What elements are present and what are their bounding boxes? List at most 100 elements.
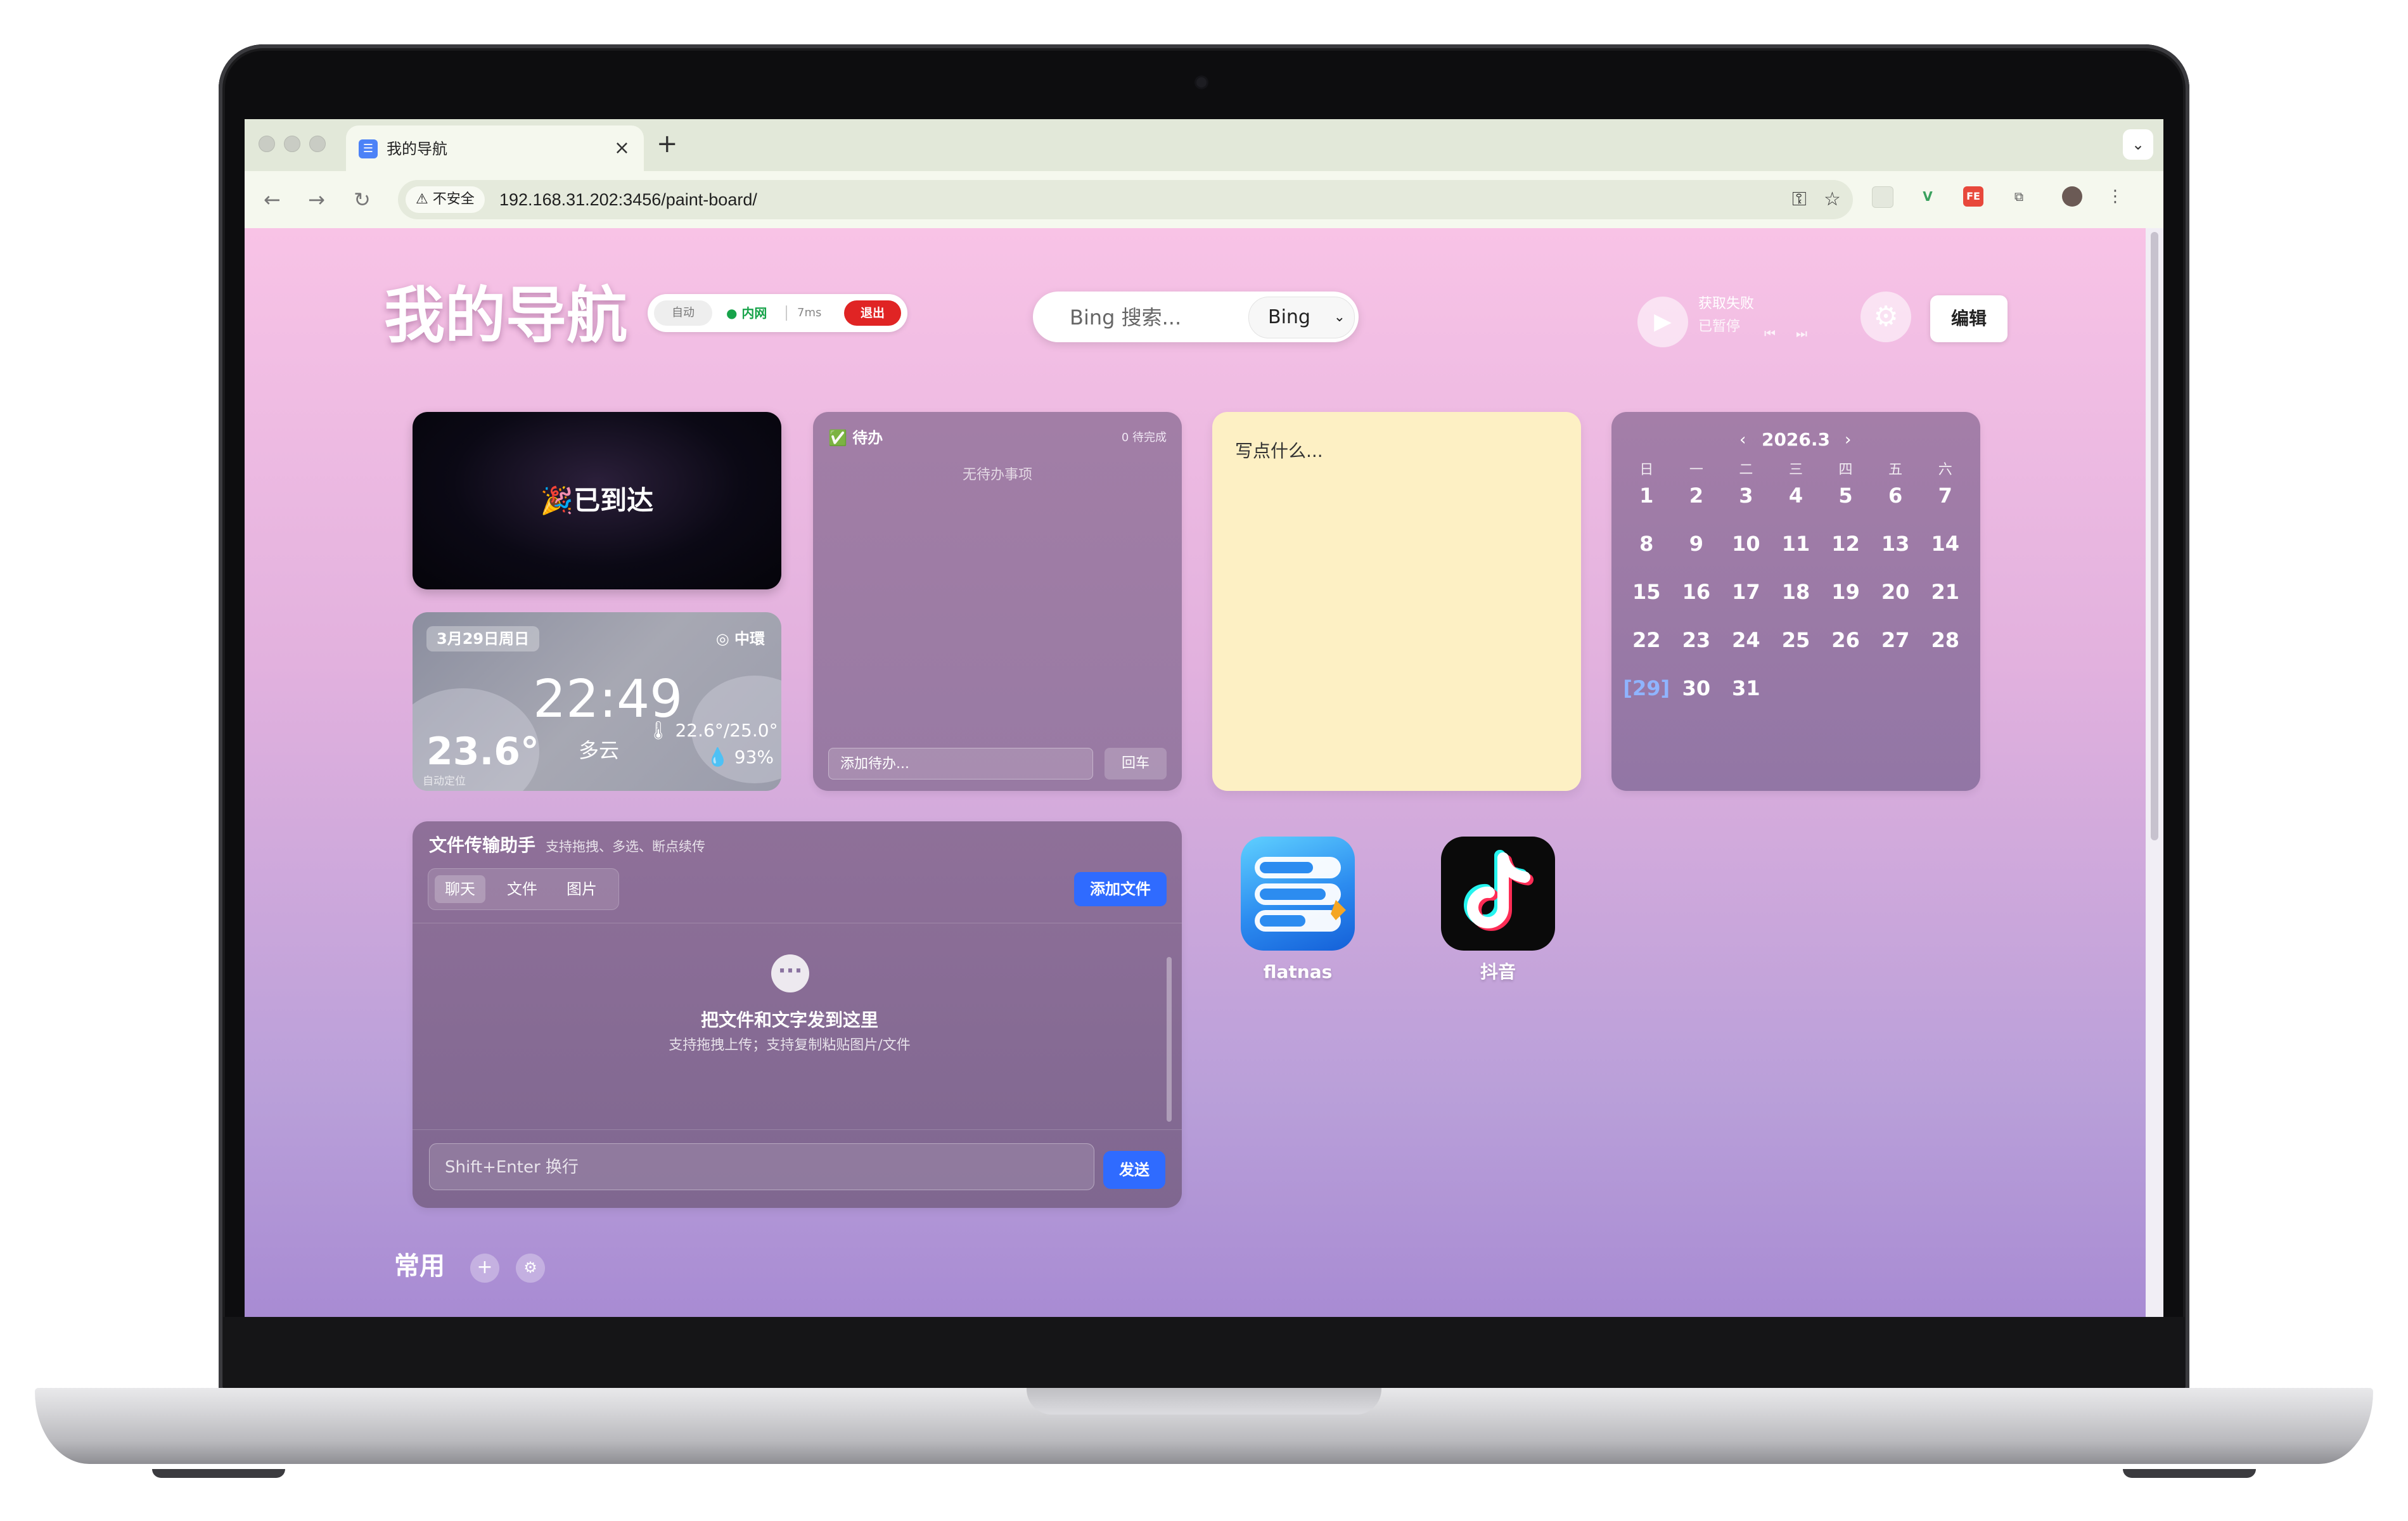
note-card[interactable]: 写点什么...	[1212, 412, 1581, 791]
screen: ☰ 我的导航 × + ⌄ ← → ↻ ⚠ 不安全 192.168.31.202:…	[245, 119, 2163, 1317]
calendar-day[interactable]: 1	[1622, 482, 1672, 530]
security-badge[interactable]: ⚠ 不安全	[406, 186, 485, 213]
calendar-day[interactable]: 10	[1721, 530, 1771, 578]
browser-toolbar: ← → ↻ ⚠ 不安全 192.168.31.202:3456/paint-bo…	[245, 171, 2163, 229]
auto-locate-label: 自动定位	[423, 775, 466, 788]
calendar-day[interactable]: 28	[1920, 626, 1970, 674]
calendar-day[interactable]: 17	[1721, 578, 1771, 626]
send-button[interactable]: 发送	[1103, 1151, 1165, 1189]
calendar-day[interactable]: 19	[1821, 578, 1871, 626]
window-minimize-button[interactable]	[284, 136, 300, 152]
laptop-foot	[152, 1469, 285, 1478]
add-file-button[interactable]: 添加文件	[1074, 872, 1167, 906]
calendar-weekday: 五	[1888, 462, 1903, 478]
page-scrollbar[interactable]	[2146, 228, 2163, 1317]
arrival-card[interactable]: 🎉已到达	[413, 412, 781, 589]
calendar-day[interactable]: 18	[1771, 578, 1821, 626]
password-key-icon[interactable]: ⚿	[1792, 188, 1807, 212]
tab-images[interactable]: 图片	[556, 875, 607, 903]
url-text[interactable]: 192.168.31.202:3456/paint-board/	[499, 189, 757, 210]
arrival-text: 🎉已到达	[540, 485, 654, 516]
play-icon[interactable]: ▶	[1637, 297, 1688, 347]
edit-button[interactable]: 编辑	[1930, 295, 2008, 342]
file-transfer-subtitle: 支持拖拽、多选、断点续传	[546, 839, 705, 854]
todo-input[interactable]: 添加待办...	[828, 748, 1093, 780]
calendar-day[interactable]: 20	[1871, 578, 1921, 626]
calendar-day[interactable]: 26	[1821, 626, 1871, 674]
calendar-day-today[interactable]: [29]	[1622, 674, 1672, 722]
favicon-icon: ☰	[359, 139, 378, 158]
note-textarea[interactable]: 写点什么...	[1235, 439, 1323, 464]
calendar-day[interactable]: 12	[1821, 530, 1871, 578]
tab-files[interactable]: 文件	[497, 875, 548, 903]
weather-card[interactable]: 3月29日周日 ◎ 中環 22:49 23.6° 自动定位 多云 🌡 22.6°…	[413, 612, 781, 791]
calendar-day[interactable]: 22	[1622, 626, 1672, 674]
profile-avatar[interactable]	[2062, 186, 2082, 207]
vue-devtools-icon[interactable]: V	[1918, 186, 1938, 207]
app-flatnas[interactable]: flatnas	[1241, 837, 1355, 989]
scrollbar-thumb[interactable]	[2151, 232, 2158, 840]
next-track-icon[interactable]: ⏭	[1796, 326, 1807, 341]
todo-submit-button[interactable]: 回车	[1105, 748, 1167, 780]
address-bar[interactable]: ⚠ 不安全 192.168.31.202:3456/paint-board/ ⚿…	[398, 180, 1853, 219]
calendar-day[interactable]: 30	[1672, 674, 1722, 722]
gear-icon[interactable]: ⚙	[516, 1254, 545, 1283]
tab-search-button[interactable]: ⌄	[2123, 129, 2153, 160]
reload-icon[interactable]: ↻	[354, 185, 371, 214]
calendar-day[interactable]: 6	[1871, 482, 1921, 530]
extension-icon[interactable]	[1872, 186, 1893, 208]
calendar-day[interactable]: 5	[1821, 482, 1871, 530]
chevron-down-icon: ⌄	[1333, 309, 1345, 325]
close-icon[interactable]: ×	[614, 137, 630, 160]
fe-helper-icon[interactable]: FE	[1963, 186, 1983, 207]
douyin-icon	[1441, 837, 1555, 951]
calendar-day[interactable]: 25	[1771, 626, 1821, 674]
window-close-button[interactable]	[259, 136, 275, 152]
mode-toggle[interactable]: 自动	[654, 300, 712, 326]
gear-icon[interactable]: ⚙	[1860, 292, 1911, 342]
weather-location: ◎ 中環	[715, 630, 765, 648]
calendar-day[interactable]: 8	[1622, 530, 1672, 578]
divider	[413, 1129, 1182, 1130]
app-label: flatnas	[1263, 961, 1333, 982]
calendar-day[interactable]: 13	[1871, 530, 1921, 578]
bookmark-star-icon[interactable]: ☆	[1824, 188, 1841, 212]
calendar-day[interactable]: 9	[1672, 530, 1722, 578]
add-icon[interactable]: +	[470, 1254, 499, 1283]
scrollbar[interactable]	[1167, 957, 1172, 1122]
forward-icon[interactable]: →	[308, 185, 325, 214]
laptop-notch	[1027, 1388, 1381, 1415]
calendar-day[interactable]: 27	[1871, 626, 1921, 674]
calendar-day[interactable]: 15	[1622, 578, 1672, 626]
calendar-next-icon[interactable]: ›	[1845, 427, 1851, 452]
tab-chat[interactable]: 聊天	[435, 875, 485, 903]
calendar-day[interactable]: 11	[1771, 530, 1821, 578]
calendar-day[interactable]: 4	[1771, 482, 1821, 530]
calendar-day[interactable]: 31	[1721, 674, 1771, 722]
calendar-day[interactable]: 16	[1672, 578, 1722, 626]
message-input[interactable]: Shift+Enter 换行	[429, 1143, 1094, 1190]
window-zoom-button[interactable]	[309, 136, 326, 152]
search-engine-select[interactable]: Bing ⌄	[1248, 297, 1355, 338]
page: 我的导航 自动 ● 内网 7ms 退出 Bing ⌄ ▶ 获取失败 已暂停 ⏮ …	[245, 228, 2146, 1317]
weather-condition: 多云	[579, 738, 620, 762]
calendar-day[interactable]: 14	[1920, 530, 1970, 578]
extensions-puzzle-icon[interactable]: ⧉	[2009, 186, 2029, 207]
calendar-day[interactable]: 7	[1920, 482, 1970, 530]
previous-track-icon[interactable]: ⏮	[1764, 326, 1776, 341]
calendar-day[interactable]: 21	[1920, 578, 1970, 626]
tab-strip: ☰ 我的导航 × + ⌄	[245, 119, 2163, 171]
back-icon[interactable]: ←	[264, 185, 281, 214]
calendar-day[interactable]: 23	[1672, 626, 1722, 674]
calendar-day[interactable]: 3	[1721, 482, 1771, 530]
calendar-day[interactable]: 24	[1721, 626, 1771, 674]
calendar-day[interactable]: 2	[1672, 482, 1722, 530]
new-tab-button[interactable]: +	[656, 131, 678, 157]
search-input[interactable]	[1068, 292, 1255, 343]
todo-title: ✅ 待办	[828, 429, 883, 447]
empty-hint: 支持拖拽上传；支持复制粘贴图片/文件	[669, 1037, 911, 1053]
app-douyin[interactable]: 抖音	[1441, 837, 1555, 989]
browser-tab[interactable]: ☰ 我的导航 ×	[346, 125, 644, 171]
exit-button[interactable]: 退出	[844, 300, 901, 326]
browser-menu-icon[interactable]: ⋮	[2105, 186, 2125, 207]
